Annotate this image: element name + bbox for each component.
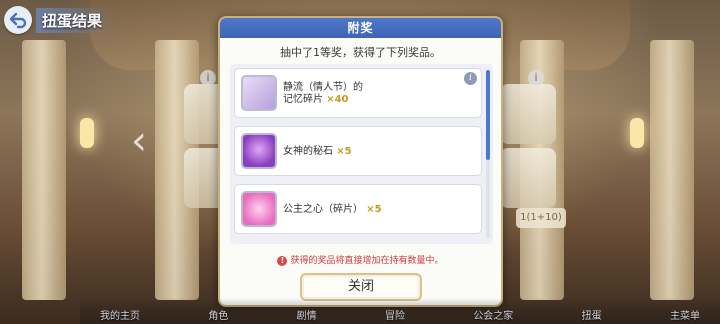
- dialog-subtitle: 抽中了1等奖，获得了下列奖品。: [280, 46, 441, 59]
- nav-gacha[interactable]: 扭蛋: [582, 307, 602, 322]
- nav-story[interactable]: 剧情: [297, 307, 317, 322]
- nav-menu[interactable]: 主菜单: [670, 307, 700, 322]
- dialog-title: 附奖: [220, 18, 501, 38]
- nav-adventure[interactable]: 冒险: [385, 307, 405, 322]
- nav-guild[interactable]: 公会之家: [473, 307, 513, 322]
- info-icon[interactable]: i: [200, 70, 216, 86]
- princess-heart-icon: [241, 191, 277, 227]
- warning-icon: !: [277, 255, 288, 266]
- background-card: [500, 148, 556, 208]
- nav-home[interactable]: 我的主页: [100, 307, 140, 322]
- item-quantity: ×40: [326, 94, 349, 105]
- scrollbar[interactable]: [486, 70, 490, 238]
- item-quantity: ×5: [366, 204, 382, 215]
- back-arrow-icon: [9, 12, 27, 29]
- header: 扭蛋结果: [4, 6, 117, 34]
- memory-piece-icon: [241, 75, 277, 111]
- background-small-button: 1(1+10): [516, 208, 566, 228]
- list-item: 女神的秘石 ×5: [234, 126, 482, 176]
- background-card: [500, 84, 556, 144]
- lamp-icon: [630, 118, 644, 148]
- reward-list[interactable]: 静流（情人节）的 记忆碎片 ×40 i 女神的秘石 ×5 公主之心（碎片） ×5: [230, 64, 493, 244]
- close-button[interactable]: 关闭: [300, 273, 422, 301]
- back-button[interactable]: [4, 6, 32, 34]
- goddess-stone-icon: [241, 133, 277, 169]
- lamp-icon: [80, 118, 94, 148]
- page-title: 扭蛋结果: [36, 7, 117, 33]
- item-name: 女神的秘石 ×5: [283, 146, 352, 157]
- item-quantity: ×5: [336, 146, 352, 157]
- chevron-left-icon[interactable]: ‹: [128, 118, 150, 164]
- background-pillar: [650, 40, 694, 300]
- item-name: 静流（情人节）的 记忆碎片 ×40: [283, 82, 363, 105]
- item-name: 公主之心（碎片） ×5: [283, 204, 382, 215]
- bottom-nav: 我的主页 角色 剧情 冒险 公会之家 扭蛋 主菜单: [80, 298, 720, 324]
- info-icon[interactable]: i: [464, 72, 477, 85]
- background-pillar: [22, 40, 66, 300]
- reward-dialog: 附奖 抽中了1等奖，获得了下列奖品。 静流（情人节）的 记忆碎片 ×40 i 女…: [218, 16, 503, 307]
- list-item: 公主之心（碎片） ×5: [234, 184, 482, 234]
- warning-message: ! 获得的奖品将直接增加在持有数量中。: [220, 253, 501, 266]
- info-icon[interactable]: i: [528, 70, 544, 86]
- nav-character[interactable]: 角色: [208, 307, 228, 322]
- list-item: 静流（情人节）的 记忆碎片 ×40 i: [234, 68, 482, 118]
- scrollbar-thumb[interactable]: [486, 70, 490, 160]
